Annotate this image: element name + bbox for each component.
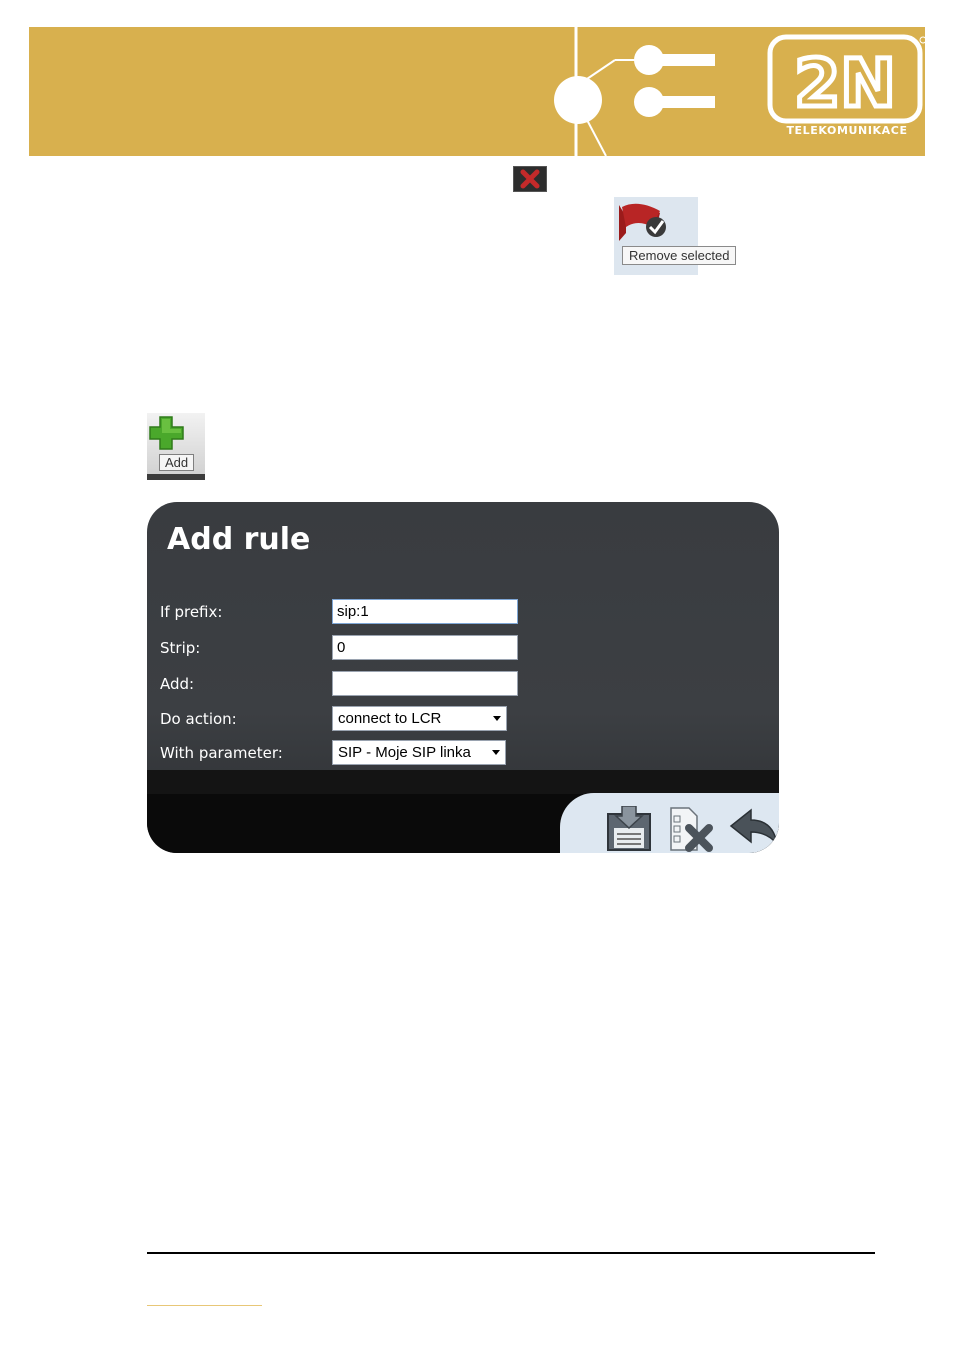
do-action-label: Do action:	[160, 710, 237, 728]
remove-selected-tooltip: Remove selected	[622, 246, 737, 265]
dialog-title: Add rule	[167, 522, 311, 557]
with-parameter-value: SIP - Moje SIP linka	[338, 744, 471, 761]
header-banner: 2N TELEKOMUNIKACE	[29, 27, 925, 156]
add-label: Add:	[160, 675, 195, 693]
close-icon	[513, 166, 547, 192]
if-prefix-input[interactable]: sip:1	[332, 599, 518, 624]
dialog-footer-strip	[147, 770, 779, 794]
do-action-value: connect to LCR	[338, 710, 442, 727]
plus-icon	[149, 416, 184, 450]
save-icon[interactable]	[604, 805, 656, 853]
with-parameter-label: With parameter:	[160, 744, 283, 762]
svg-text:2N: 2N	[794, 45, 895, 122]
footer-divider	[147, 1252, 875, 1254]
strip-label: Strip:	[160, 639, 201, 657]
strip-input[interactable]: 0	[332, 635, 518, 660]
with-parameter-select[interactable]: SIP - Moje SIP linka	[332, 740, 506, 765]
do-action-select[interactable]: connect to LCR	[332, 706, 507, 731]
add-tooltip: Add	[159, 454, 195, 471]
logo-subtitle: TELEKOMUNIKACE	[786, 124, 908, 137]
add-input[interactable]	[332, 671, 518, 696]
add-rule-dialog: Add rule If prefix: sip:1 Strip: 0 Add: …	[147, 502, 779, 853]
chevron-down-icon	[493, 716, 501, 721]
2n-logo: 2N	[767, 34, 925, 125]
footer-accent-line	[147, 1305, 262, 1306]
if-prefix-label: If prefix:	[160, 603, 223, 621]
delete-icon[interactable]	[667, 806, 717, 853]
remove-selected-icon	[619, 203, 666, 241]
back-icon[interactable]	[729, 808, 779, 852]
chevron-down-icon	[492, 750, 500, 755]
add-button-base	[147, 474, 205, 480]
